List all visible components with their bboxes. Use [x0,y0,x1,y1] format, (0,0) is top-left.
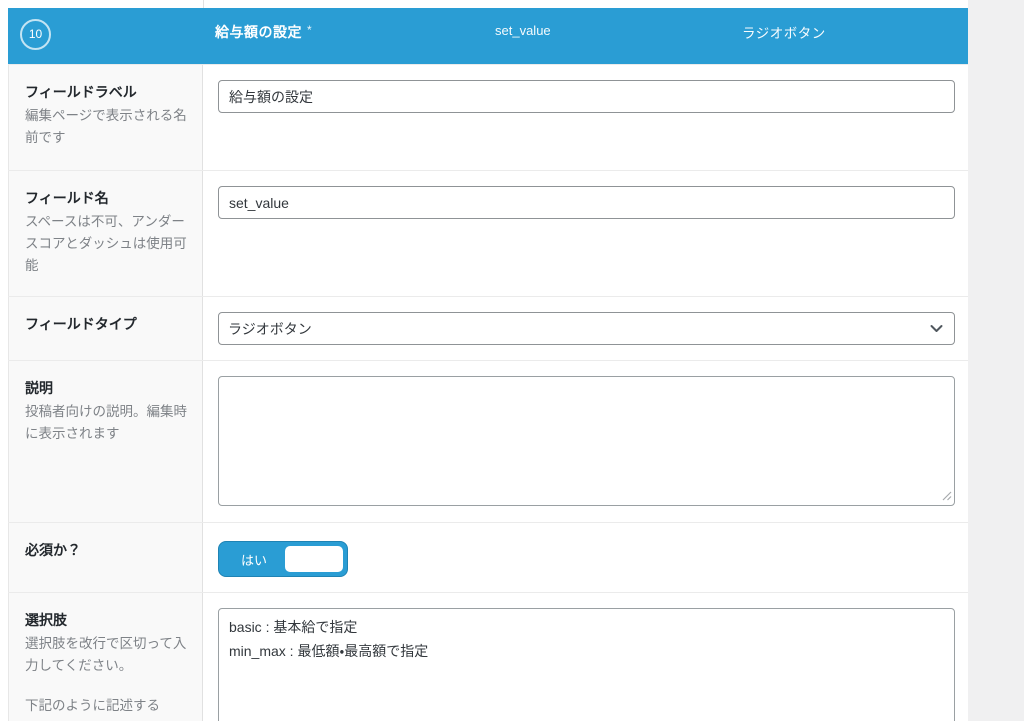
choices-label-cell: 選択肢 選択肢を改行で区切って入力してください。 下記のように記述する [8,593,203,721]
field-type-select[interactable]: ラジオボタン [218,312,955,345]
instructions-textarea[interactable] [218,376,955,506]
setting-row-field-name: フィールド名 スペースは不可、アンダースコアとダッシュは使用可能 [8,170,968,296]
required-label: 必須か？ [25,540,188,560]
field-name-label-cell: フィールド名 スペースは不可、アンダースコアとダッシュは使用可能 [8,171,203,296]
choices-textarea-wrap: basic : 基本給で指定 min_max : 最低額・最高額で指定 [218,608,955,721]
choices-label: 選択肢 [25,610,188,630]
required-label-cell: 必須か？ [8,523,203,592]
required-toggle-on-label: はい [219,542,289,576]
setting-row-choices: 選択肢 選択肢を改行で区切って入力してください。 下記のように記述する basi… [8,592,968,721]
instructions-description: 投稿者向けの説明。編集時に表示されます [25,401,188,445]
choices-textarea[interactable]: basic : 基本給で指定 min_max : 最低額・最高額で指定 [218,608,955,721]
field-handle-name: set_value [495,23,551,38]
field-handle-type: ラジオボタン [742,22,826,42]
column-divider-fragment [203,0,204,8]
field-label-input-cell [203,65,968,170]
field-handle-title[interactable]: 給与額の設定 * [215,22,312,42]
setting-row-instructions: 説明 投稿者向けの説明。編集時に表示されます [8,360,968,522]
required-toggle[interactable]: はい [218,541,348,577]
choices-description: 選択肢を改行で区切って入力してください。 [25,633,188,677]
top-edge-strip [8,0,968,8]
field-object: 10 給与額の設定 * set_value ラジオボタン フィールドラベル 編集ペ… [8,0,968,721]
instructions-label: 説明 [25,378,188,398]
field-handle-title-text: 給与額の設定 [215,24,302,40]
content-surface: 10 給与額の設定 * set_value ラジオボタン フィールドラベル 編集ペ… [0,0,968,721]
instructions-label-cell: 説明 投稿者向けの説明。編集時に表示されます [8,361,203,522]
field-label-input[interactable] [218,80,955,113]
instructions-input-cell [203,361,968,522]
field-name-description: スペースは不可、アンダースコアとダッシュは使用可能 [25,211,188,277]
acf-field-settings-panel: 10 給与額の設定 * set_value ラジオボタン フィールドラベル 編集ペ… [0,0,1024,721]
field-label-description: 編集ページで表示される名前です [25,105,188,149]
choices-input-cell: basic : 基本給で指定 min_max : 最低額・最高額で指定 [203,593,968,721]
field-label-label: フィールドラベル [25,82,188,102]
choices-description-2: 下記のように記述する [25,695,188,717]
field-label-label-cell: フィールドラベル 編集ページで表示される名前です [8,65,203,170]
setting-row-required: 必須か？ はい [8,522,968,592]
required-toggle-knob[interactable] [285,546,343,572]
setting-row-field-label: フィールドラベル 編集ページで表示される名前です [8,64,968,170]
field-name-label: フィールド名 [25,188,188,208]
field-name-input-cell [203,171,968,296]
resize-handle-icon[interactable] [941,490,952,501]
field-name-input[interactable] [218,186,955,219]
required-asterisk: * [307,23,312,37]
field-order-badge[interactable]: 10 [20,19,51,50]
field-type-select-cell: ラジオボタン [203,297,968,360]
instructions-textarea-wrap [218,376,955,506]
field-type-select-wrap: ラジオボタン [218,312,955,345]
field-handle-bar[interactable]: 10 給与額の設定 * set_value ラジオボタン [8,8,968,64]
setting-row-field-type: フィールドタイプ ラジオボタン [8,296,968,360]
required-toggle-cell: はい [203,523,968,592]
field-type-label: フィールドタイプ [25,314,188,334]
field-type-label-cell: フィールドタイプ [8,297,203,360]
